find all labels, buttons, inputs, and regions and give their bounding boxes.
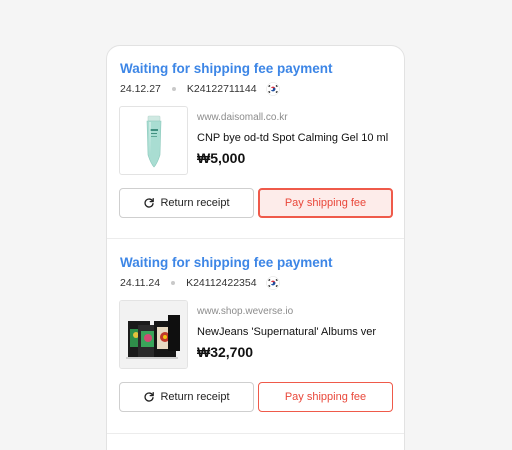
return-receipt-label: Return receipt: [160, 391, 230, 403]
pay-shipping-fee-button[interactable]: Pay shipping fee: [258, 382, 393, 412]
product-image[interactable]: [119, 300, 188, 369]
order-status: Waiting for shipping fee payment: [120, 255, 333, 270]
refresh-icon: [144, 391, 155, 402]
product-price: ₩5,000: [197, 150, 246, 166]
store-domain[interactable]: www.shop.weverse.io: [197, 306, 293, 317]
pay-shipping-fee-button[interactable]: Pay shipping fee: [258, 188, 393, 218]
separator-dot: [171, 281, 176, 285]
order-meta: 24.11.24 K24112422354: [120, 276, 280, 290]
order-card: Waiting for shipping fee payment 24.11.2…: [107, 240, 404, 434]
order-date: 24.11.24: [120, 277, 161, 289]
order-card: Waiting for shipping fee payment 24.12.2…: [107, 46, 404, 239]
product-name[interactable]: CNP bye od-td Spot Calming Gel 10 ml: [197, 132, 388, 144]
order-status: Waiting for shipping fee payment: [120, 61, 333, 76]
order-meta: 24.12.27 K24122711144: [120, 82, 280, 96]
return-receipt-button[interactable]: Return receipt: [119, 188, 254, 218]
product-price: ₩32,700: [197, 344, 254, 360]
pay-shipping-fee-label: Pay shipping fee: [284, 197, 367, 209]
order-number: K24122711144: [186, 83, 257, 95]
app-frame: Waiting for shipping fee payment 24.12.2…: [0, 0, 512, 450]
refresh-icon: [144, 197, 155, 208]
return-receipt-button[interactable]: Return receipt: [119, 382, 254, 412]
order-list: Waiting for shipping fee payment 24.12.2…: [106, 45, 405, 450]
store-domain[interactable]: www.daisomall.co.kr: [197, 112, 288, 123]
return-receipt-label: Return receipt: [160, 197, 230, 209]
order-number: K24112422354: [186, 277, 257, 289]
separator-dot: [171, 87, 176, 91]
product-name[interactable]: NewJeans 'Supernatural' Albums ver: [197, 326, 376, 338]
product-image[interactable]: [119, 106, 188, 175]
order-date: 24.12.27: [120, 83, 161, 95]
korea-flag-icon: [265, 276, 280, 290]
pay-shipping-fee-label: Pay shipping fee: [284, 391, 367, 403]
korea-flag-icon: [265, 82, 280, 96]
